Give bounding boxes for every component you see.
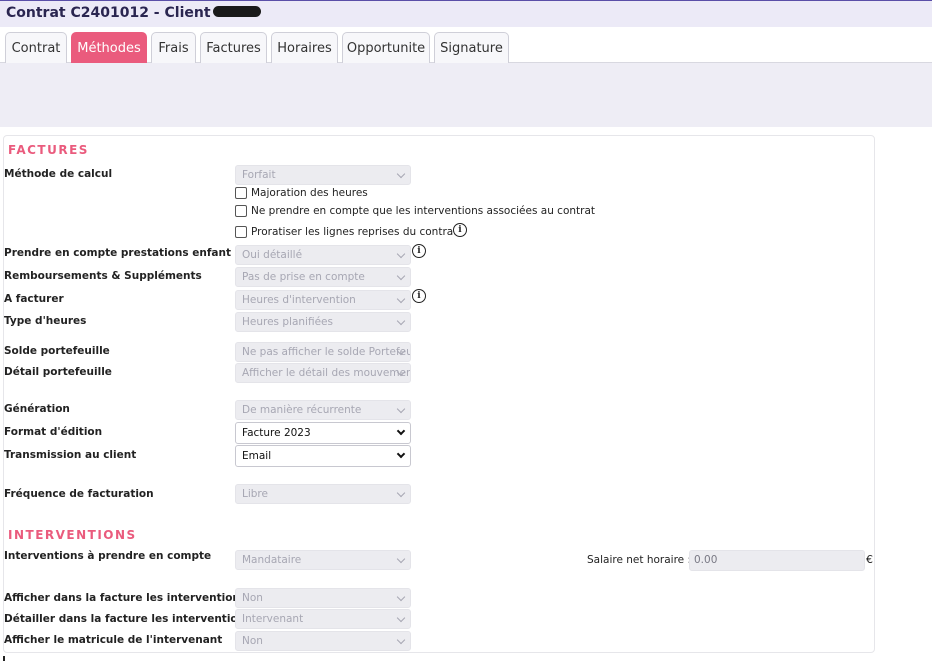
window-title-text: Contrat C2401012 - Client bbox=[6, 5, 211, 21]
section-title-factures: FACTURES bbox=[8, 143, 89, 157]
tab-bar: Contrat Méthodes Frais Factures Horaires… bbox=[0, 27, 932, 64]
generation-value: De manière récurrente bbox=[242, 404, 362, 416]
proratiser-label: Proratiser les lignes reprises du contra… bbox=[251, 226, 458, 238]
majoration-label: Majoration des heures bbox=[251, 187, 368, 199]
chevron-down-icon bbox=[396, 249, 406, 259]
tab-horaires[interactable]: Horaires bbox=[271, 32, 338, 64]
interventions-a-prendre-select[interactable]: Mandataire bbox=[235, 550, 411, 570]
checkbox-icon[interactable] bbox=[235, 205, 247, 217]
chevron-down-icon bbox=[396, 449, 406, 459]
info-icon[interactable]: i bbox=[412, 244, 426, 258]
afficher-facture-select[interactable]: Non bbox=[235, 588, 411, 608]
toolbar-area bbox=[0, 63, 932, 127]
type-heures-select[interactable]: Heures planifiées bbox=[235, 312, 411, 332]
salaire-unit: € bbox=[866, 553, 873, 566]
window-title: Contrat C2401012 - Client bbox=[6, 5, 261, 21]
chevron-down-icon bbox=[396, 404, 406, 414]
chevron-down-icon bbox=[396, 554, 406, 564]
prestations-enfant-select[interactable]: Oui détaillé bbox=[235, 245, 411, 265]
detail-portefeuille-value: Afficher le détail des mouvements bbox=[242, 367, 411, 379]
label-a-facturer: A facturer bbox=[4, 293, 64, 305]
detailler-par-select[interactable]: Intervenant bbox=[235, 609, 411, 629]
label-matricule: Afficher le matricule de l'intervenant bbox=[4, 634, 223, 646]
checkbox-icon[interactable] bbox=[235, 226, 247, 238]
a-facturer-select[interactable]: Heures d'intervention bbox=[235, 290, 411, 310]
solde-portefeuille-select[interactable]: Ne pas afficher le solde Portefeuille bbox=[235, 342, 411, 362]
methode-calcul-value: Forfait bbox=[242, 169, 276, 181]
label-interventions-a-prendre: Interventions à prendre en compte bbox=[4, 550, 212, 562]
detailler-par-value: Intervenant bbox=[242, 613, 304, 625]
transmission-select[interactable]: Email bbox=[235, 445, 411, 467]
label-methode-calcul: Méthode de calcul bbox=[4, 168, 113, 180]
redacted-client-name bbox=[212, 6, 261, 17]
matricule-value: Non bbox=[242, 635, 263, 647]
type-heures-value: Heures planifiées bbox=[242, 316, 333, 328]
interventions-a-prendre-value: Mandataire bbox=[242, 554, 302, 566]
tab-factures[interactable]: Factures bbox=[200, 32, 267, 64]
section-title-interventions: INTERVENTIONS bbox=[8, 528, 137, 542]
tab-contrat[interactable]: Contrat bbox=[5, 32, 67, 64]
label-remboursements: Remboursements & Suppléments bbox=[4, 270, 202, 282]
format-edition-value: Facture 2023 bbox=[242, 427, 311, 439]
frequence-select[interactable]: Libre bbox=[235, 484, 411, 504]
info-icon[interactable]: i bbox=[453, 223, 467, 237]
matricule-select[interactable]: Non bbox=[235, 631, 411, 651]
tab-opportunite[interactable]: Opportunite bbox=[342, 32, 430, 64]
interventions-associees-label: Ne prendre en compte que les interventio… bbox=[251, 205, 596, 217]
label-frequence: Fréquence de facturation bbox=[4, 488, 154, 500]
proratiser-checkbox[interactable]: Proratiser les lignes reprises du contra… bbox=[235, 226, 457, 238]
a-facturer-value: Heures d'intervention bbox=[242, 294, 356, 306]
chevron-down-icon bbox=[396, 635, 406, 645]
methode-calcul-select[interactable]: Forfait bbox=[235, 165, 411, 185]
detail-portefeuille-select[interactable]: Afficher le détail des mouvements bbox=[235, 363, 411, 383]
generation-select[interactable]: De manière récurrente bbox=[235, 400, 411, 420]
label-format-edition: Format d'édition bbox=[4, 426, 103, 438]
frequence-value: Libre bbox=[242, 488, 268, 500]
label-detail-portefeuille: Détail portefeuille bbox=[4, 366, 112, 378]
label-transmission: Transmission au client bbox=[4, 449, 137, 461]
window-titlebar: Contrat C2401012 - Client bbox=[0, 0, 932, 27]
remboursements-value: Pas de prise en compte bbox=[242, 271, 365, 283]
chevron-down-icon bbox=[396, 426, 406, 436]
label-type-heures: Type d'heures bbox=[4, 315, 87, 327]
majoration-checkbox[interactable]: Majoration des heures bbox=[235, 187, 368, 199]
chevron-down-icon bbox=[396, 169, 406, 179]
label-prestations-enfant: Prendre en compte prestations enfant bbox=[4, 247, 232, 259]
label-generation: Génération bbox=[4, 403, 70, 415]
page-edge-mark bbox=[3, 656, 5, 661]
label-afficher-facture: Afficher dans la facture les interventio… bbox=[4, 592, 247, 604]
chevron-down-icon bbox=[396, 488, 406, 498]
tab-signature[interactable]: Signature bbox=[434, 32, 509, 64]
remboursements-select[interactable]: Pas de prise en compte bbox=[235, 267, 411, 287]
checkbox-icon[interactable] bbox=[235, 187, 247, 199]
chevron-down-icon bbox=[396, 592, 406, 602]
solde-portefeuille-value: Ne pas afficher le solde Portefeuille bbox=[242, 346, 411, 358]
tab-methodes[interactable]: Méthodes bbox=[71, 32, 147, 64]
interventions-associees-checkbox[interactable]: Ne prendre en compte que les interventio… bbox=[235, 205, 595, 217]
afficher-facture-value: Non bbox=[242, 592, 263, 604]
chevron-down-icon bbox=[396, 613, 406, 623]
chevron-down-icon bbox=[396, 316, 406, 326]
chevron-down-icon bbox=[396, 271, 406, 281]
label-solde-portefeuille: Solde portefeuille bbox=[4, 345, 110, 357]
transmission-value: Email bbox=[242, 450, 272, 462]
info-icon[interactable]: i bbox=[412, 289, 426, 303]
tab-frais[interactable]: Frais bbox=[151, 32, 196, 64]
format-edition-select[interactable]: Facture 2023 bbox=[235, 422, 411, 444]
chevron-down-icon bbox=[396, 294, 406, 304]
salaire-input[interactable]: 0.00 bbox=[689, 550, 865, 571]
label-salaire: Salaire net horaire : bbox=[587, 554, 691, 566]
prestations-enfant-value: Oui détaillé bbox=[242, 249, 303, 261]
